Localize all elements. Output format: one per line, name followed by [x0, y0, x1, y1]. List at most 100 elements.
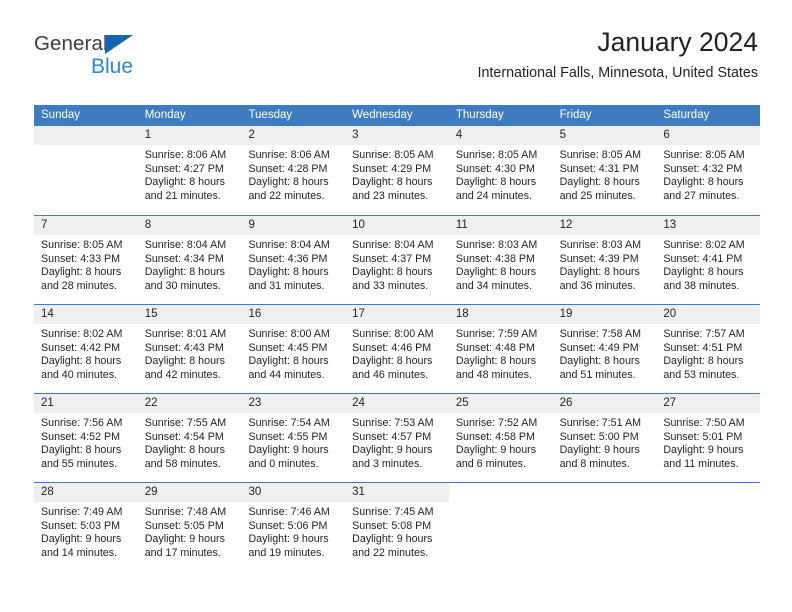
day-info-line: Daylight: 9 hours [352, 444, 433, 457]
day-info-line: Daylight: 8 hours [352, 355, 433, 368]
day-info-line: Sunset: 4:54 PM [144, 430, 224, 443]
calendar-day-cell[interactable]: 3 Sunrise: 8:05 AM Sunset: 4:29 PM Daylight… [345, 126, 449, 215]
day-info-line: Daylight: 8 hours [559, 266, 640, 279]
calendar-day-cell[interactable]: 26 Sunrise: 7:51 AM Sunset: 5:00 PM Dayligh… [552, 394, 657, 482]
day-info-line: Sunrise: 7:45 AM [352, 506, 434, 518]
day-number [552, 483, 657, 502]
calendar-day-cell[interactable]: 8 Sunrise: 8:04 AM Sunset: 4:34 PM Daylight… [137, 216, 242, 304]
day-info-line: Sunrise: 8:04 AM [248, 239, 330, 251]
calendar-day-cell[interactable]: 2 Sunrise: 8:06 AM Sunset: 4:28 PM Daylight… [241, 126, 346, 215]
day-info-line: Sunset: 4:30 PM [455, 162, 535, 175]
day-info-line: Sunset: 4:29 PM [352, 162, 432, 175]
day-sun-info: Sunrise: 7:51 AM Sunset: 5:00 PM Daylight:… [553, 413, 657, 471]
calendar-day-cell[interactable]: 12 Sunrise: 8:03 AM Sunset: 4:39 PM Dayligh… [552, 216, 657, 304]
day-info-line: and 24 minutes. [455, 189, 532, 202]
weekday-header-monday: Monday [144, 109, 186, 121]
day-sun-info [656, 502, 760, 506]
day-number: 30 [241, 483, 346, 502]
calendar-day-cell[interactable]: 27 Sunrise: 7:50 AM Sunset: 5:01 PM Dayligh… [656, 394, 761, 482]
day-sun-info: Sunrise: 8:00 AM Sunset: 4:46 PM Daylight:… [345, 324, 449, 382]
day-info-line: Sunrise: 8:05 AM [455, 149, 538, 161]
calendar-day-cell[interactable]: 19 Sunrise: 7:58 AM Sunset: 4:49 PM Dayligh… [552, 305, 657, 393]
calendar-day-cell[interactable]: 31 Sunrise: 7:45 AM Sunset: 5:08 PM Dayligh… [345, 483, 449, 571]
day-info-line: Sunrise: 7:51 AM [559, 417, 641, 429]
calendar-day-cell[interactable]: 11 Sunrise: 8:03 AM Sunset: 4:38 PM Dayligh… [448, 216, 553, 304]
day-info-line: Sunset: 4:33 PM [41, 252, 121, 265]
day-info-line: Daylight: 8 hours [663, 355, 744, 368]
calendar-day-cell[interactable]: 1 Sunrise: 8:06 AM Sunset: 4:27 PM Daylight… [137, 126, 242, 215]
logo-word-general: General [34, 32, 108, 55]
day-info-line: Daylight: 9 hours [559, 444, 640, 457]
calendar-weeks: 1 Sunrise: 8:06 AM Sunset: 4:27 PM Daylight… [34, 126, 761, 571]
day-info-line: and 55 minutes. [41, 457, 118, 470]
day-sun-info: Sunrise: 8:02 AM Sunset: 4:41 PM Daylight:… [656, 235, 760, 293]
calendar-day-cell[interactable]: 20 Sunrise: 7:57 AM Sunset: 4:51 PM Dayligh… [656, 305, 761, 393]
day-info-line: and 58 minutes. [144, 457, 221, 470]
calendar-day-cell[interactable]: 28 Sunrise: 7:49 AM Sunset: 5:03 PM Dayligh… [34, 483, 138, 571]
page-subtitle: International Falls, Minnesota, United S… [477, 65, 758, 82]
day-info-line: and 53 minutes. [663, 368, 740, 381]
day-sun-info: Sunrise: 8:01 AM Sunset: 4:43 PM Daylight:… [138, 324, 242, 382]
calendar-day-cell[interactable]: 6 Sunrise: 8:05 AM Sunset: 4:32 PM Daylight… [656, 126, 761, 215]
calendar-day-cell[interactable]: 29 Sunrise: 7:48 AM Sunset: 5:05 PM Dayligh… [137, 483, 242, 571]
calendar-day-cell[interactable]: 30 Sunrise: 7:46 AM Sunset: 5:06 PM Dayligh… [241, 483, 346, 571]
calendar-day-cell[interactable]: 9 Sunrise: 8:04 AM Sunset: 4:36 PM Daylight… [241, 216, 346, 304]
day-info-line: Daylight: 8 hours [248, 176, 329, 189]
day-number [34, 126, 138, 145]
day-info-line: Sunset: 5:03 PM [41, 519, 121, 532]
day-info-line: Daylight: 9 hours [41, 533, 122, 546]
day-info-line: Sunset: 4:45 PM [248, 341, 328, 354]
day-info-line: Daylight: 8 hours [248, 355, 329, 368]
day-sun-info: Sunrise: 7:53 AM Sunset: 4:57 PM Daylight:… [345, 413, 449, 471]
calendar-day-cell[interactable]: 22 Sunrise: 7:55 AM Sunset: 4:54 PM Dayligh… [137, 394, 242, 482]
calendar-day-cell[interactable]: 10 Sunrise: 8:04 AM Sunset: 4:37 PM Dayligh… [345, 216, 449, 304]
calendar-day-cell[interactable]: 18 Sunrise: 7:59 AM Sunset: 4:48 PM Dayligh… [448, 305, 553, 393]
day-info-line: Sunset: 4:36 PM [248, 252, 328, 265]
calendar-day-cell-empty [448, 483, 553, 571]
day-number: 28 [34, 483, 138, 502]
day-info-line: Sunset: 4:31 PM [559, 162, 639, 175]
calendar-day-cell[interactable]: 21 Sunrise: 7:56 AM Sunset: 4:52 PM Dayligh… [34, 394, 138, 482]
calendar-day-cell[interactable]: 23 Sunrise: 7:54 AM Sunset: 4:55 PM Dayligh… [241, 394, 346, 482]
day-info-line: and 14 minutes. [41, 546, 118, 559]
day-info-line: Daylight: 9 hours [144, 533, 225, 546]
day-sun-info: Sunrise: 8:05 AM Sunset: 4:30 PM Daylight:… [449, 145, 553, 203]
day-number: 24 [345, 394, 449, 413]
calendar-day-cell[interactable]: 16 Sunrise: 8:00 AM Sunset: 4:45 PM Dayligh… [241, 305, 346, 393]
logo-triangle-icon [104, 35, 133, 54]
day-info-line: Sunrise: 7:49 AM [41, 506, 123, 518]
calendar-day-cell[interactable]: 7 Sunrise: 8:05 AM Sunset: 4:33 PM Daylight… [34, 216, 138, 304]
calendar-day-cell[interactable]: 13 Sunrise: 8:02 AM Sunset: 4:41 PM Dayligh… [656, 216, 761, 304]
calendar-day-cell[interactable]: 4 Sunrise: 8:05 AM Sunset: 4:30 PM Daylight… [448, 126, 553, 215]
day-info-line: Daylight: 8 hours [352, 176, 433, 189]
day-number: 23 [241, 394, 346, 413]
calendar-day-cell[interactable]: 5 Sunrise: 8:05 AM Sunset: 4:31 PM Daylight… [552, 126, 657, 215]
day-info-line: Sunrise: 8:05 AM [663, 149, 745, 161]
day-sun-info: Sunrise: 7:46 AM Sunset: 5:06 PM Daylight:… [241, 502, 345, 560]
day-sun-info: Sunrise: 8:04 AM Sunset: 4:36 PM Daylight:… [241, 235, 345, 293]
calendar-day-cell[interactable]: 14 Sunrise: 8:02 AM Sunset: 4:42 PM Dayligh… [34, 305, 138, 393]
day-info-line: Sunset: 4:51 PM [663, 341, 743, 354]
day-info-line: Daylight: 9 hours [455, 444, 537, 457]
calendar-page: General Blue January 2024 International … [0, 0, 792, 612]
day-info-line: Daylight: 8 hours [663, 266, 744, 279]
calendar-day-cell[interactable]: 15 Sunrise: 8:01 AM Sunset: 4:43 PM Dayligh… [137, 305, 242, 393]
day-info-line: Sunset: 4:57 PM [352, 430, 432, 443]
day-info-line: Daylight: 9 hours [663, 444, 744, 457]
day-info-line: Sunrise: 8:05 AM [41, 239, 123, 251]
day-sun-info: Sunrise: 7:55 AM Sunset: 4:54 PM Daylight:… [138, 413, 242, 471]
general-blue-logo[interactable]: General Blue [34, 32, 264, 90]
calendar-day-cell[interactable]: 17 Sunrise: 8:00 AM Sunset: 4:46 PM Dayligh… [345, 305, 449, 393]
day-info-line: and 40 minutes. [41, 368, 118, 381]
day-sun-info: Sunrise: 7:52 AM Sunset: 4:58 PM Daylight:… [449, 413, 553, 471]
calendar-day-cell-empty [34, 126, 138, 215]
day-number: 6 [656, 126, 761, 145]
calendar-day-cell[interactable]: 25 Sunrise: 7:52 AM Sunset: 4:58 PM Dayligh… [448, 394, 553, 482]
day-sun-info: Sunrise: 8:06 AM Sunset: 4:28 PM Daylight:… [241, 145, 345, 203]
day-number: 17 [345, 305, 449, 324]
day-info-line: and 19 minutes. [248, 546, 325, 559]
weekday-header-friday: Friday [559, 109, 592, 121]
day-info-line: and 11 minutes. [663, 457, 739, 470]
calendar-day-cell[interactable]: 24 Sunrise: 7:53 AM Sunset: 4:57 PM Dayligh… [345, 394, 449, 482]
day-sun-info: Sunrise: 8:03 AM Sunset: 4:39 PM Daylight:… [553, 235, 657, 293]
